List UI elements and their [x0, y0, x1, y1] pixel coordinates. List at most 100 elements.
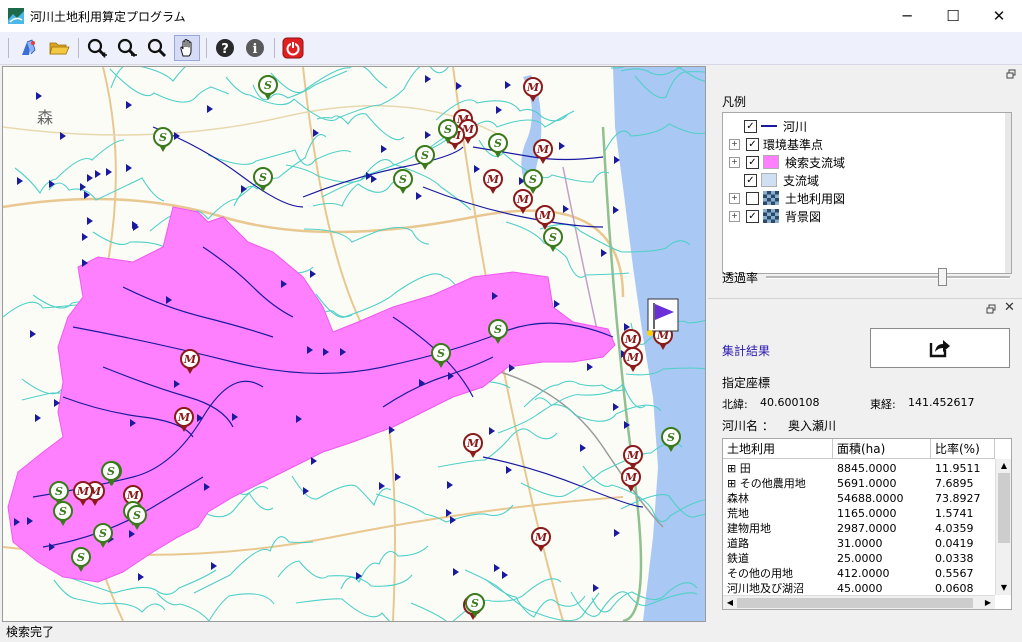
exit-icon: [282, 37, 304, 59]
legend-swatch: [761, 119, 777, 133]
svg-text:M: M: [516, 193, 530, 206]
export-button[interactable]: [870, 328, 1010, 368]
table-cell-land-use[interactable]: 河川地及び湖沼: [727, 581, 833, 596]
table-cell-ratio[interactable]: 0.0608: [935, 581, 974, 596]
float-pane-icon[interactable]: [1006, 69, 1016, 79]
zoom-full-button[interactable]: [144, 35, 170, 61]
info-button[interactable]: i: [242, 35, 268, 61]
svg-text:S: S: [437, 347, 445, 360]
table-cell-area[interactable]: 2987.0000: [837, 521, 897, 536]
table-cell-area[interactable]: 1165.0000: [837, 506, 897, 521]
table-cell-ratio[interactable]: 7.6895: [935, 476, 974, 491]
table-cell-ratio[interactable]: 11.9511: [935, 461, 981, 476]
legend-item[interactable]: + ✓ 検索支流域: [729, 153, 845, 171]
svg-text:S: S: [667, 431, 675, 444]
legend-item[interactable]: + 土地利用図: [729, 189, 845, 207]
svg-text:i: i: [253, 42, 258, 57]
h-scroll-thumb[interactable]: [737, 598, 973, 608]
legend-heading: 凡例: [722, 95, 747, 109]
table-cell-land-use[interactable]: 森林: [727, 491, 833, 506]
legend-item-label: 土地利用図: [785, 191, 846, 206]
table-cell-land-use[interactable]: 鉄道: [727, 551, 833, 566]
toolbar: ? i: [0, 32, 1022, 65]
legend-item[interactable]: + ✓ 背景図: [729, 207, 821, 225]
table-cell-ratio[interactable]: 0.0338: [935, 551, 974, 566]
scroll-thumb[interactable]: [998, 473, 1010, 543]
svg-text:M: M: [626, 449, 640, 462]
table-cell-ratio[interactable]: 0.5567: [935, 566, 974, 581]
table-cell-area[interactable]: 31.0000: [837, 536, 883, 551]
table-cell-ratio[interactable]: 1.5741: [935, 506, 974, 521]
layer-checkbox[interactable]: ✓: [744, 119, 757, 133]
maximize-button[interactable]: ☐: [930, 0, 976, 32]
svg-text:?: ?: [221, 42, 229, 57]
legend-item-label: 背景図: [785, 209, 822, 224]
table-cell-land-use[interactable]: ⊞ 田: [727, 461, 833, 476]
map-view[interactable]: 森 MMMMMMMMMMMMMMMMMMMMMSSSSSSSSSSSSSSSSS…: [2, 66, 706, 622]
table-cell-ratio[interactable]: 73.8927: [935, 491, 981, 506]
app-icon: [8, 8, 24, 24]
land-use-table[interactable]: 土地利用 面積(ha) 比率(%) ⊞ 田 8845.0000 11.9511 ⊞ そ…: [722, 438, 1012, 610]
opacity-track[interactable]: [766, 276, 1010, 279]
expand-icon[interactable]: +: [729, 138, 740, 150]
svg-text:S: S: [421, 149, 429, 162]
table-cell-area[interactable]: 5691.0000: [837, 476, 897, 491]
layer-checkbox[interactable]: [746, 191, 759, 205]
scroll-left-icon[interactable]: ◀: [723, 596, 737, 609]
scroll-up-icon[interactable]: ▲: [996, 459, 1011, 473]
open-folder-button[interactable]: [46, 35, 72, 61]
table-cell-land-use[interactable]: 荒地: [727, 506, 833, 521]
legend-item[interactable]: ✓ 河川: [729, 117, 807, 135]
svg-text:M: M: [183, 353, 197, 366]
legend-swatch: [763, 191, 779, 205]
table-cell-ratio[interactable]: 0.0419: [935, 536, 974, 551]
table-cell-land-use[interactable]: 建物用地: [727, 521, 833, 536]
table-cell-land-use[interactable]: ⊞ その他農用地: [727, 476, 833, 491]
svg-text:S: S: [159, 131, 167, 144]
scroll-right-icon[interactable]: ▶: [981, 596, 995, 609]
exit-button[interactable]: [280, 35, 306, 61]
svg-text:S: S: [77, 551, 85, 564]
expand-icon[interactable]: +: [729, 210, 740, 222]
longitude-label: 東経:: [870, 398, 896, 411]
close-button[interactable]: ✕: [976, 0, 1022, 32]
legend-item[interactable]: + ✓ 環境基準点: [729, 135, 823, 153]
zoom-out-icon: [117, 38, 137, 58]
minimize-button[interactable]: ─: [884, 0, 930, 32]
table-cell-area[interactable]: 8845.0000: [837, 461, 897, 476]
table-cell-land-use[interactable]: 道路: [727, 536, 833, 551]
legend-item[interactable]: ✓ 支流域: [729, 171, 819, 189]
table-horizontal-scrollbar[interactable]: ◀ ▶: [723, 595, 995, 609]
layer-checkbox[interactable]: ✓: [744, 173, 757, 187]
table-cell-land-use[interactable]: その他の用地: [727, 566, 833, 581]
map-canvas[interactable]: 森 MMMMMMMMMMMMMMMMMMMMMSSSSSSSSSSSSSSSSS…: [3, 67, 705, 621]
open-folder-icon: [49, 42, 70, 55]
table-cell-area[interactable]: 54688.0000: [837, 491, 903, 506]
expand-icon[interactable]: +: [729, 192, 740, 204]
column-header-area[interactable]: 面積(ha): [833, 439, 931, 459]
table-vertical-scrollbar[interactable]: ▲ ▼: [995, 459, 1011, 595]
table-cell-area[interactable]: 25.0000: [837, 551, 883, 566]
opacity-slider-thumb[interactable]: [937, 268, 947, 286]
open-layer-button[interactable]: [16, 35, 42, 61]
zoom-out-button[interactable]: [114, 35, 140, 61]
column-header-ratio[interactable]: 比率(%): [931, 439, 995, 459]
expand-icon[interactable]: +: [729, 156, 740, 168]
float-pane-icon[interactable]: [986, 304, 996, 314]
column-header-land-use[interactable]: 土地利用: [723, 439, 833, 459]
scroll-down-icon[interactable]: ▼: [996, 581, 1011, 595]
help-button[interactable]: ?: [212, 35, 238, 61]
target-flag-icon[interactable]: [647, 298, 679, 336]
zoom-in-button[interactable]: [84, 35, 110, 61]
pane-close-icon[interactable]: ✕: [1004, 300, 1015, 315]
layer-checkbox[interactable]: ✓: [746, 155, 759, 169]
pan-button[interactable]: [174, 35, 200, 61]
svg-text:M: M: [526, 81, 540, 94]
table-cell-ratio[interactable]: 4.0359: [935, 521, 974, 536]
legend-scrollbar[interactable]: [1005, 113, 1011, 273]
layer-checkbox[interactable]: ✓: [746, 137, 759, 151]
table-cell-area[interactable]: 412.0000: [837, 566, 890, 581]
layer-checkbox[interactable]: ✓: [746, 209, 759, 223]
legend-list[interactable]: ✓ 河川 + ✓ 環境基準点 + ✓ 検索支流域 ✓ 支流域 + 土地利用図 + ✓ 背景図: [722, 112, 1012, 274]
table-cell-area[interactable]: 45.0000: [837, 581, 883, 596]
